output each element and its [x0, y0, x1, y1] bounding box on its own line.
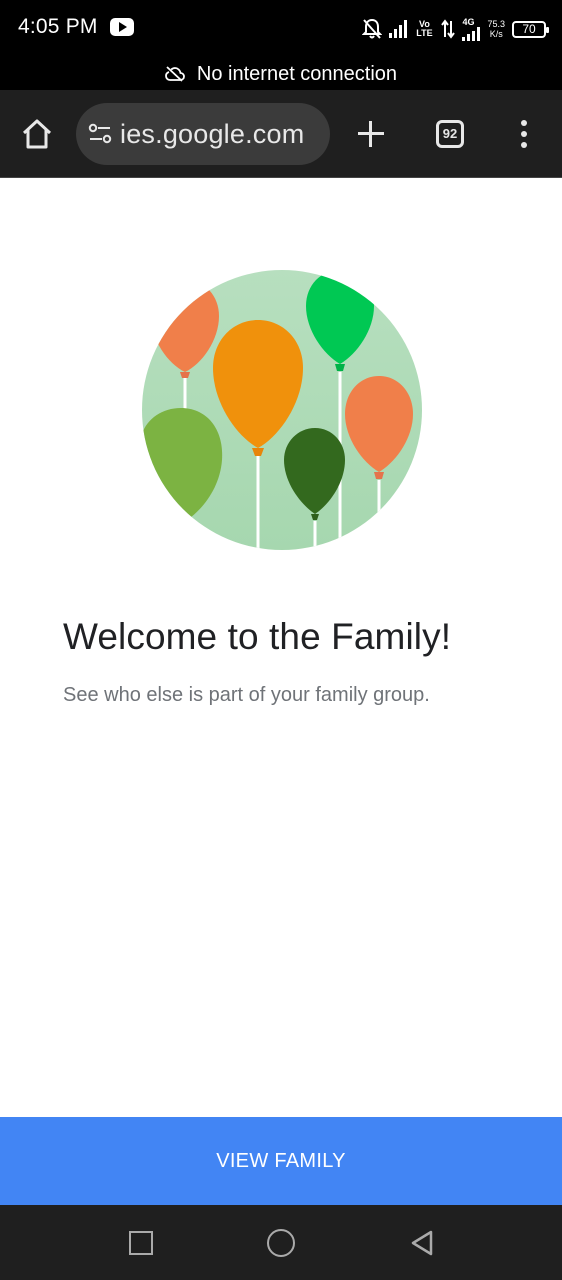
home-icon[interactable]	[20, 118, 54, 150]
home-nav-icon[interactable]	[267, 1229, 295, 1257]
page-title: Welcome to the Family!	[63, 616, 452, 657]
cloud-off-icon	[165, 66, 185, 82]
speed-unit: K/s	[489, 29, 503, 39]
offline-banner: No internet connection	[0, 58, 562, 90]
back-icon[interactable]	[409, 1229, 435, 1257]
view-family-button[interactable]: VIEW FAMILY	[0, 1117, 562, 1205]
network-signal: 4G	[462, 16, 481, 41]
mute-icon	[362, 18, 383, 39]
system-nav-bar	[0, 1205, 562, 1280]
net-speed: 75.3 K/s	[487, 19, 505, 39]
signal-icon	[389, 20, 408, 38]
status-bar: 4:05 PM Vo LTE 4G 75.3 K/s 70	[0, 0, 562, 58]
signal-icon-2	[462, 26, 481, 41]
data-arrows-icon	[441, 19, 456, 39]
status-time: 4:05 PM	[18, 15, 98, 38]
recents-icon[interactable]	[129, 1231, 153, 1255]
browser-toolbar: ies.google.com 92	[0, 90, 562, 178]
page-subtitle: See who else is part of your family grou…	[63, 684, 430, 706]
url-text[interactable]: ies.google.com	[120, 119, 304, 150]
balloons-illustration	[142, 270, 422, 550]
plus-icon[interactable]	[356, 119, 386, 149]
battery-icon: 70	[512, 20, 549, 38]
more-vert-icon[interactable]	[516, 120, 532, 150]
tune-icon[interactable]	[88, 123, 112, 145]
youtube-icon	[110, 18, 134, 36]
status-icons: Vo LTE 4G 75.3 K/s 70	[362, 14, 549, 44]
tabs-icon[interactable]: 92	[436, 120, 464, 148]
network-label: 4G	[462, 16, 475, 27]
speed-value: 75.3	[487, 19, 505, 29]
url-bar[interactable]: ies.google.com	[76, 103, 330, 165]
offline-text: No internet connection	[196, 62, 398, 85]
volte-label: Vo LTE	[416, 19, 433, 38]
